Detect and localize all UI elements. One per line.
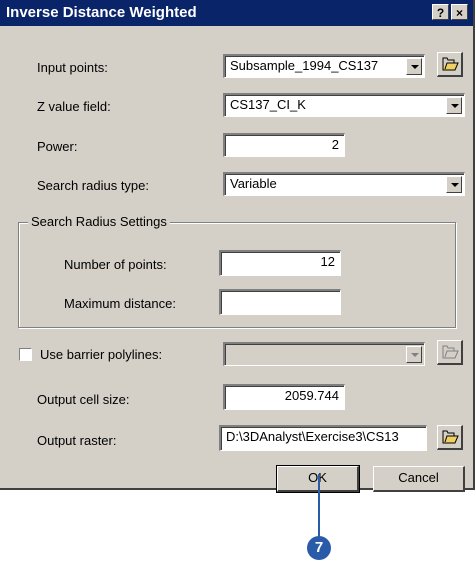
output-raster-label: Output raster: [37,433,117,448]
browse-input-points-button[interactable] [437,52,463,77]
dropdown-arrow-icon [406,346,422,363]
close-button[interactable]: × [451,4,468,20]
output-cell-size-label: Output cell size: [37,392,130,407]
z-value-label: Z value field: [37,99,111,114]
input-points-value: Subsample_1994_CS137 [230,58,379,73]
number-of-points-label: Number of points: [64,257,167,272]
search-radius-type-select[interactable]: Variable [223,172,465,196]
maximum-distance-label: Maximum distance: [64,296,176,311]
maximum-distance-input[interactable] [219,289,341,315]
dropdown-arrow-icon[interactable] [446,176,462,193]
window-title: Inverse Distance Weighted [6,4,197,21]
cancel-button[interactable]: Cancel [373,466,465,492]
output-raster-input[interactable]: D:\3DAnalyst\Exercise3\CS13 [219,425,427,451]
folder-open-icon [442,430,459,444]
title-bar[interactable]: Inverse Distance Weighted [0,0,473,26]
callout-line [318,474,320,538]
browse-barrier-button[interactable] [437,340,463,365]
step-callout: 7 [307,536,331,560]
inverse-distance-weighted-dialog: Inverse Distance Weighted ? × Input poin… [0,0,475,493]
search-radius-type-label: Search radius type: [37,178,150,193]
input-points-select[interactable]: Subsample_1994_CS137 [223,54,425,78]
help-button[interactable]: ? [432,4,449,20]
power-input[interactable]: 2 [223,133,345,157]
browse-output-raster-button[interactable] [437,425,463,450]
power-label: Power: [37,139,78,154]
barrier-checkbox[interactable] [19,348,32,361]
close-icon: × [455,6,463,20]
search-radius-settings-title: Search Radius Settings [28,214,170,229]
search-radius-type-value: Variable [230,176,277,191]
barrier-label: Use barrier polylines: [40,347,163,362]
help-icon: ? [436,6,445,20]
input-points-label: Input points: [37,60,108,75]
z-value-value: CS137_CI_K [230,97,306,112]
z-value-select[interactable]: CS137_CI_K [223,93,465,117]
number-of-points-input[interactable]: 12 [219,250,341,276]
folder-open-icon [442,345,459,359]
output-cell-size-input[interactable]: 2059.744 [223,384,345,410]
folder-open-icon [442,57,459,71]
dropdown-arrow-icon[interactable] [406,58,422,75]
dropdown-arrow-icon[interactable] [446,97,462,114]
barrier-select[interactable] [223,342,425,366]
